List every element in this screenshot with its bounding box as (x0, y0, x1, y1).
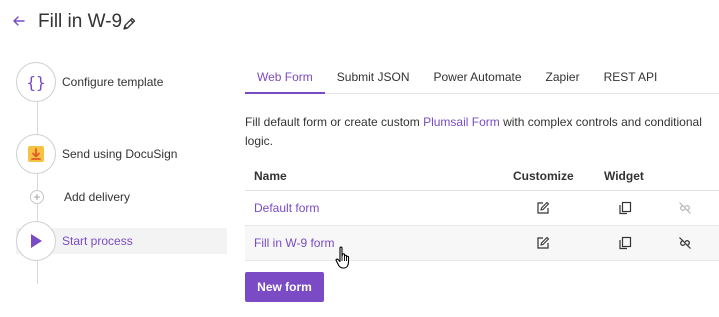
tab-submit-json[interactable]: Submit JSON (325, 64, 422, 94)
plus-icon: + (30, 190, 44, 204)
step-label: Send using DocuSign (62, 147, 178, 161)
step-circle: {} (16, 62, 56, 102)
step-add-delivery[interactable]: + Add delivery (16, 189, 130, 205)
step-circle (16, 134, 56, 174)
copy-icon[interactable] (618, 201, 632, 215)
column-header-customize: Customize (513, 169, 574, 183)
tab-rest-api[interactable]: REST API (592, 64, 670, 94)
edit-icon[interactable] (536, 236, 550, 250)
page-header: Fill in W-9 (0, 0, 719, 44)
step-label: Add delivery (64, 190, 131, 204)
form-description: Fill default form or create custom Plums… (245, 113, 715, 151)
page-title: Fill in W-9 (38, 11, 123, 32)
forms-table: Name Customize Widget Default form Fill … (245, 160, 719, 261)
plumsail-form-link[interactable]: Plumsail Form (423, 115, 500, 129)
step-start-process[interactable]: Start process (16, 221, 227, 261)
unlink-icon[interactable] (678, 236, 692, 250)
new-form-button[interactable]: New form (245, 272, 324, 302)
tab-power-automate[interactable]: Power Automate (421, 64, 533, 94)
edit-icon[interactable] (536, 201, 550, 215)
unlink-icon (679, 202, 691, 214)
tab-zapier[interactable]: Zapier (534, 64, 592, 94)
arrow-left-icon[interactable] (12, 14, 26, 28)
tab-web-form[interactable]: Web Form (245, 64, 325, 94)
form-name-link[interactable]: Fill in W-9 form (254, 236, 334, 250)
table-header: Name Customize Widget (245, 160, 719, 191)
table-row: Default form (245, 191, 719, 226)
form-name-link[interactable]: Default form (254, 201, 319, 215)
step-label: Configure template (62, 75, 164, 89)
download-icon (28, 146, 44, 162)
braces-icon: {} (26, 72, 46, 92)
hand-cursor-icon (335, 246, 350, 269)
table-row: Fill in W-9 form (245, 226, 719, 261)
step-configure-template[interactable]: {} Configure template (16, 62, 163, 102)
step-circle (16, 221, 56, 261)
play-icon (31, 234, 42, 248)
pencil-icon[interactable] (121, 16, 137, 32)
description-text: Fill default form or create custom (245, 115, 424, 129)
column-header-widget: Widget (604, 169, 644, 183)
column-header-name: Name (254, 169, 287, 183)
tab-bar: Web Form Submit JSON Power Automate Zapi… (245, 64, 719, 94)
process-steps: {} Configure template Send using DocuSig… (0, 56, 232, 284)
copy-icon[interactable] (618, 236, 632, 250)
step-label: Start process (62, 234, 133, 248)
step-send-docusign[interactable]: Send using DocuSign (16, 134, 177, 174)
